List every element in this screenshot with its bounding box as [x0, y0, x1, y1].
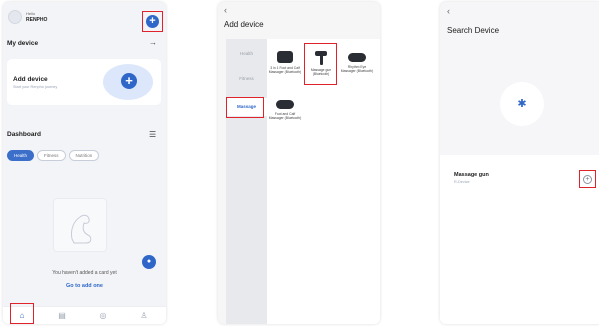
device-item-massage-gun[interactable]: Massage gun (Bluetooth): [304, 50, 338, 76]
empty-state-illustration: [53, 198, 107, 252]
chip-health[interactable]: Health: [7, 150, 35, 161]
username-text: RENPHO: [26, 17, 48, 23]
add-device-circle-button[interactable]: +: [583, 175, 592, 184]
arrow-right-icon[interactable]: →: [149, 38, 157, 47]
massage-gun-image: [315, 50, 327, 65]
page-title: Search Device: [447, 26, 500, 35]
home-screen: Hello RENPHO + My device → + Add device …: [3, 2, 166, 324]
avatar[interactable]: [8, 10, 22, 24]
device-item[interactable]: Foot and Calf Massager (Bluetooth): [268, 100, 302, 120]
eye-massager-image: [348, 53, 366, 62]
result-device-subtitle: R-Device: [454, 180, 470, 184]
category-fitness[interactable]: Fitness: [226, 76, 267, 81]
chevron-left-icon[interactable]: ‹: [224, 6, 227, 15]
add-device-screen: ‹ Add device Health Fitness Massage 3 in…: [218, 2, 380, 324]
profile-icon[interactable]: ♙: [138, 311, 150, 321]
add-device-card-subtitle: Start your Renpho journey: [13, 85, 58, 89]
bottom-tab-bar: ⌂ ▤ ◎ ♙: [3, 306, 166, 324]
home-icon[interactable]: ⌂: [16, 311, 28, 321]
plus-circle-icon: +: [121, 73, 137, 89]
device-item[interactable]: Rhythm Eye Massager (Bluetooth): [340, 53, 374, 73]
search-device-screen: ‹ Search Device ✱ Massage gun R-Device +: [440, 2, 599, 324]
result-device-name: Massage gun: [454, 172, 489, 178]
category-massage[interactable]: Massage: [226, 98, 267, 116]
empty-state-text: You haven't added a card yet: [52, 270, 117, 276]
device-label: Rhythm Eye Massager (Bluetooth): [340, 65, 374, 73]
device-item[interactable]: 3 in 1 Foot and Calf Massager (Bluetooth…: [268, 51, 302, 74]
arm-icon: [71, 214, 92, 244]
chip-nutrition[interactable]: Nutrition: [68, 150, 100, 161]
device-label: Foot and Calf Massager (Bluetooth): [268, 112, 302, 120]
chevron-left-icon[interactable]: ‹: [447, 7, 450, 16]
discover-icon[interactable]: ◎: [97, 311, 109, 321]
category-sidebar: [226, 39, 267, 324]
go-to-add-link[interactable]: Go to add one: [3, 283, 166, 289]
device-grid: [267, 39, 380, 324]
dashboard-chips: Health Fitness Nutrition: [7, 150, 100, 161]
device-label: 3 in 1 Foot and Calf Massager (Bluetooth…: [268, 66, 302, 74]
chip-fitness[interactable]: Fitness: [37, 150, 66, 161]
chat-fab-button[interactable]: ●: [142, 255, 156, 269]
my-device-title: My device: [7, 40, 39, 47]
add-device-card-title: Add device: [13, 76, 48, 83]
greeting-text: Hello: [26, 11, 36, 16]
bluetooth-icon: ✱: [500, 82, 544, 126]
device-label: Massage gun (Bluetooth): [310, 68, 332, 76]
add-device-plus-button[interactable]: +: [146, 15, 159, 28]
foot-massager-image: [277, 51, 293, 63]
filter-icon[interactable]: ☰: [149, 130, 156, 139]
category-health[interactable]: Health: [226, 51, 267, 56]
foot-calf-massager-image: [276, 100, 294, 109]
page-title: Add device: [224, 20, 264, 29]
dashboard-title: Dashboard: [7, 131, 41, 138]
report-icon[interactable]: ▤: [56, 311, 68, 321]
tutorial-stage: Hello RENPHO + My device → + Add device …: [0, 0, 599, 326]
